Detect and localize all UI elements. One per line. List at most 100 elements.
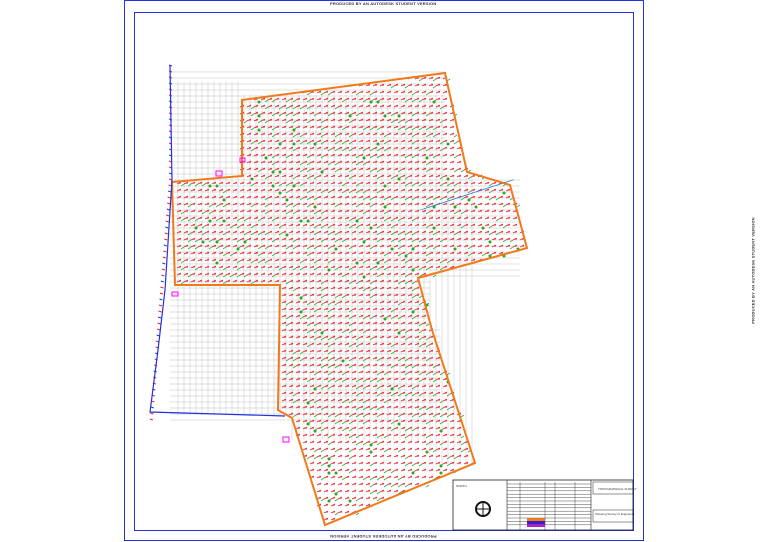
survey-point [452,126,454,128]
survey-point [424,133,426,135]
level-marker [348,435,353,439]
survey-point [487,196,489,198]
survey-point [382,483,384,485]
survey-point [396,483,398,485]
level-marker [341,99,346,103]
survey-point [200,210,202,212]
level-marker [208,211,213,215]
level-marker [320,211,325,215]
level-marker [341,239,346,243]
survey-point [403,448,405,450]
survey-point [333,322,335,324]
survey-point [389,364,391,366]
level-marker [383,253,388,257]
level-marker [264,246,269,250]
survey-point [333,406,335,408]
level-marker [369,463,374,467]
survey-point [319,336,321,338]
survey-point [333,217,335,219]
survey-point [403,105,405,107]
survey-point [298,119,300,121]
boundary-marker [150,406,154,409]
survey-point [354,161,356,163]
survey-point [347,224,349,226]
level-marker [180,218,185,222]
survey-point [319,406,321,408]
survey-point [466,182,468,184]
survey-point [305,294,307,296]
survey-point [221,224,223,226]
survey-point [326,217,328,219]
survey-point [326,434,328,436]
level-marker [306,120,311,124]
survey-point [326,266,328,268]
survey-point [305,140,307,142]
survey-point [347,392,349,394]
survey-point [200,224,202,226]
level-marker [334,204,339,208]
survey-point [452,203,454,205]
level-marker [418,393,423,397]
survey-point [375,406,377,408]
level-marker [327,344,332,348]
survey-point [389,483,391,485]
survey-point [403,280,405,282]
survey-point [396,434,398,436]
level-marker [348,421,353,425]
survey-point [333,112,335,114]
survey-point [410,252,412,254]
survey-point [284,406,286,408]
survey-point [410,420,412,422]
level-marker [404,484,409,488]
survey-point [340,161,342,163]
survey-point [466,259,468,261]
survey-point [396,231,398,233]
survey-point [298,336,300,338]
survey-point [277,238,279,240]
level-marker [236,267,241,271]
level-marker [383,435,388,439]
survey-point [249,217,251,219]
survey-point [354,343,356,345]
survey-point [494,196,496,198]
survey-point [333,378,335,380]
survey-point [410,210,412,212]
survey-point [417,462,419,464]
survey-point [347,322,349,324]
survey-point [361,343,363,345]
level-marker [397,393,402,397]
survey-point [270,182,272,184]
survey-point [305,231,307,233]
survey-point [291,147,293,149]
level-marker [334,512,339,516]
survey-point [368,84,370,86]
level-marker [376,407,381,411]
survey-point [487,189,489,191]
survey-point [389,266,391,268]
survey-point [494,224,496,226]
boundary-marker [160,286,164,289]
boundary-marker [149,418,154,421]
survey-point [403,196,405,198]
level-marker [306,197,311,201]
survey-point [263,224,265,226]
tree-marker [285,233,289,237]
level-marker [439,120,444,124]
level-marker [404,393,409,397]
survey-point [417,469,419,471]
survey-point [200,196,202,198]
survey-point [466,189,468,191]
survey-point [354,420,356,422]
survey-point [438,154,440,156]
survey-point [382,406,384,408]
survey-point [410,434,412,436]
survey-point [410,133,412,135]
level-marker [341,295,346,299]
survey-point [452,217,454,219]
level-marker [236,260,241,264]
survey-point [312,119,314,121]
level-marker [313,211,318,215]
survey-point [389,252,391,254]
survey-point [305,196,307,198]
survey-point [214,189,216,191]
